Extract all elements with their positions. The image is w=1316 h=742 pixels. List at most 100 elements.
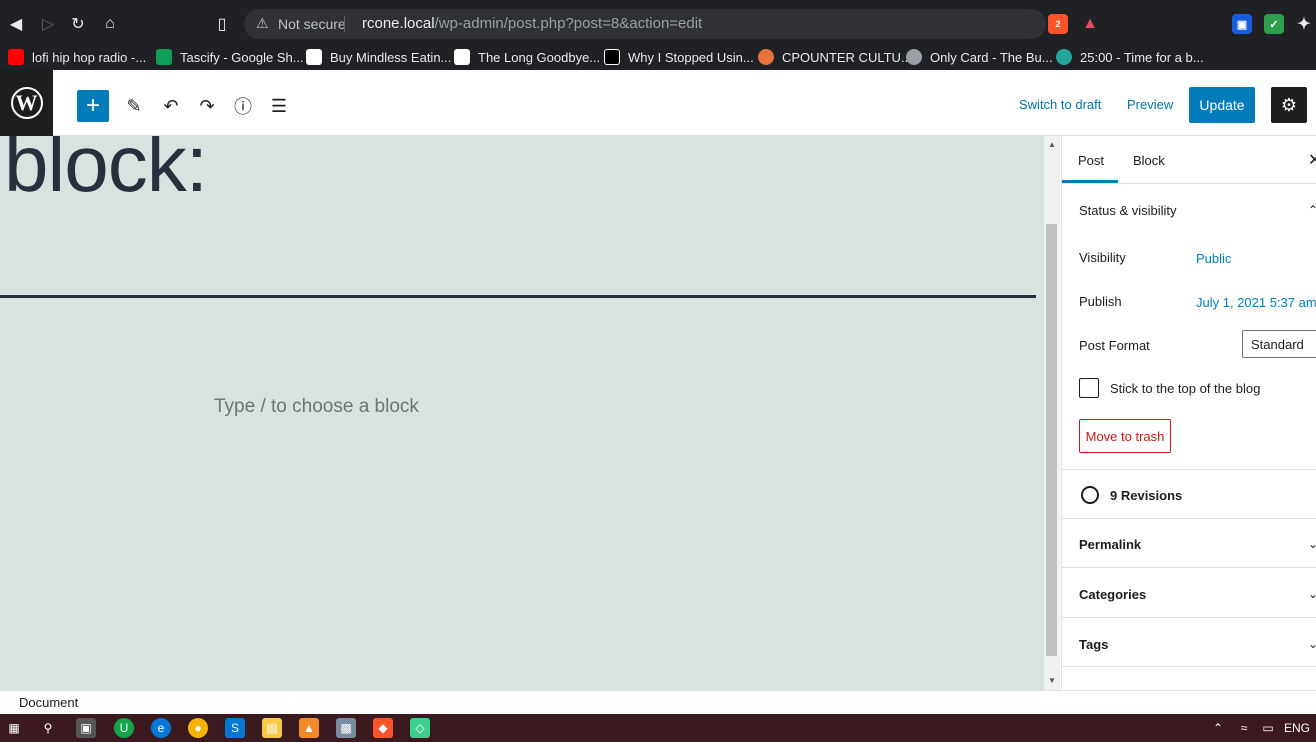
chevron-up-icon[interactable]: ⌃ — [1208, 718, 1228, 738]
revisions-link[interactable]: 9 Revisions — [1110, 488, 1182, 503]
amazon-icon — [454, 49, 470, 65]
app-icon[interactable]: ▩ — [336, 718, 356, 738]
update-button[interactable]: Update — [1189, 87, 1255, 123]
undo-icon[interactable]: ↶ — [157, 92, 185, 120]
youtube-icon — [8, 49, 24, 65]
chevron-down-icon[interactable]: ⌄ — [1308, 637, 1316, 651]
windows-start-icon[interactable]: ▦ — [4, 718, 24, 738]
tags-panel[interactable]: Tags — [1079, 637, 1108, 652]
block-placeholder[interactable]: Type / to choose a block — [214, 396, 419, 418]
bookmark-item[interactable]: The Long Goodbye... — [454, 47, 600, 67]
categories-panel[interactable]: Categories — [1079, 587, 1146, 602]
bookmark-item[interactable]: 25:00 - Time for a b... — [1056, 47, 1204, 67]
list-view-icon[interactable]: ☰ — [265, 92, 293, 120]
brave-badge: 2 — [1055, 19, 1061, 29]
bookmark-item[interactable]: CPOUNTER CULTU... — [758, 47, 912, 67]
search-icon[interactable]: ⚲ — [38, 718, 58, 738]
tab-block[interactable]: Block — [1133, 153, 1165, 168]
wordpress-icon: W — [10, 87, 43, 119]
edge-icon[interactable]: e — [151, 718, 171, 738]
publish-label: Publish — [1079, 294, 1122, 309]
bookmark-item[interactable]: Only Card - The Bu... — [906, 47, 1053, 67]
address-divider — [344, 16, 345, 32]
chevron-down-icon[interactable]: ⌄ — [1308, 537, 1316, 551]
permalink-panel[interactable]: Permalink — [1079, 537, 1141, 552]
skype-icon[interactable]: S — [225, 718, 245, 738]
vpn-shield-icon[interactable]: ✓ — [1264, 14, 1284, 34]
bitwarden-icon[interactable]: ▣ — [1232, 14, 1252, 34]
bookmark-item[interactable]: Tascify - Google Sh... — [156, 47, 304, 67]
editor-canvas[interactable]: block: Type / to choose a block — [0, 136, 1044, 690]
store-icon[interactable]: ▣ — [76, 718, 96, 738]
info-icon[interactable]: ⓘ — [229, 92, 257, 120]
back-icon[interactable]: ◀ — [4, 12, 28, 36]
edit-tools-icon[interactable]: ✎ — [120, 92, 148, 120]
bookmark-label: CPOUNTER CULTU... — [782, 49, 912, 65]
extensions-icon[interactable]: ✦ — [1294, 14, 1314, 34]
timer-icon — [1056, 49, 1072, 65]
scroll-up-icon[interactable]: ▲ — [1047, 140, 1057, 150]
brave-rewards-icon[interactable]: ▲ — [1080, 14, 1100, 34]
visibility-value[interactable]: Public — [1196, 251, 1231, 266]
url-text[interactable]: rcone.local/wp-admin/post.php?post=8&act… — [362, 15, 702, 32]
wifi-icon[interactable]: ≈ — [1234, 718, 1254, 738]
separator-block[interactable] — [0, 295, 1036, 298]
post-format-value: Standard — [1251, 337, 1304, 352]
active-tab-indicator — [1062, 180, 1118, 183]
heading-block[interactable]: block: — [4, 136, 208, 210]
switch-to-draft-button[interactable]: Switch to draft — [1019, 97, 1101, 112]
chevron-up-icon[interactable]: ⌃ — [1308, 203, 1316, 217]
battery-icon[interactable]: ▭ — [1258, 718, 1278, 738]
move-to-trash-button[interactable]: Move to trash — [1079, 419, 1171, 453]
editor-header: W + ✎ ↶ ↷ ⓘ ☰ Switch to draft Preview Up… — [0, 70, 1316, 136]
bookmark-item[interactable]: lofi hip hop radio -... — [8, 47, 146, 67]
status-visibility-title[interactable]: Status & visibility — [1079, 203, 1177, 218]
scroll-down-icon[interactable]: ▼ — [1047, 676, 1057, 686]
chrome-icon[interactable]: ● — [188, 718, 208, 738]
address-bar[interactable]: ⚠ Not secure rcone.local/wp-admin/post.p… — [244, 9, 1046, 39]
forward-icon[interactable]: ▷ — [36, 12, 60, 36]
home-icon[interactable]: ⌂ — [98, 12, 122, 36]
reload-icon[interactable]: ↻ — [66, 12, 90, 36]
sticky-label[interactable]: Stick to the top of the blog — [1110, 381, 1260, 396]
divider — [1062, 469, 1316, 470]
brave-icon[interactable]: ◆ — [373, 718, 393, 738]
publish-date[interactable]: July 1, 2021 5:37 am — [1196, 295, 1316, 310]
add-block-button[interactable]: + — [77, 90, 109, 122]
bookmark-label: Only Card - The Bu... — [930, 49, 1053, 65]
bookmark-icon[interactable]: ▯ — [210, 12, 234, 36]
url-host: rcone.local — [362, 15, 435, 32]
bookmark-label: Buy Mindless Eatin... — [330, 49, 452, 65]
settings-gear-icon[interactable]: ⚙ — [1271, 87, 1307, 123]
bookmark-label: Tascify - Google Sh... — [180, 49, 304, 65]
close-icon[interactable]: ✕ — [1308, 150, 1316, 170]
language-indicator[interactable]: ENG — [1284, 721, 1310, 735]
app-u-icon[interactable]: U — [114, 718, 134, 738]
breadcrumb-document[interactable]: Document — [19, 695, 78, 710]
bookmark-item[interactable]: Buy Mindless Eatin... — [306, 47, 451, 67]
folder-icon[interactable]: ▤ — [262, 718, 282, 738]
url-path: /wp-admin/post.php?post=8&action=edit — [434, 15, 703, 32]
preview-button[interactable]: Preview — [1127, 97, 1173, 112]
medium-icon — [604, 49, 620, 65]
sidebar-tabs: Post Block ✕ — [1062, 136, 1316, 184]
tab-post[interactable]: Post — [1078, 153, 1104, 168]
chevron-down-icon[interactable]: ⌄ — [1308, 587, 1316, 601]
visibility-label: Visibility — [1079, 250, 1126, 265]
wordpress-logo[interactable]: W — [0, 70, 53, 136]
canvas-scrollbar[interactable]: ▲ ▼ — [1044, 136, 1060, 690]
post-format-select[interactable]: Standard — [1242, 330, 1316, 358]
divider — [1062, 567, 1316, 568]
sheets-icon — [156, 49, 172, 65]
bookmark-label: lofi hip hop radio -... — [32, 49, 147, 65]
app-diamond-icon[interactable]: ◇ — [410, 718, 430, 738]
bookmark-label: Why I Stopped Usin... — [628, 49, 754, 65]
brave-shield-icon[interactable]: 2 — [1048, 14, 1068, 34]
bookmark-item[interactable]: Why I Stopped Usin... — [604, 47, 754, 67]
vlc-icon[interactable]: ▲ — [299, 718, 319, 738]
redo-icon[interactable]: ↷ — [193, 92, 221, 120]
scroll-thumb[interactable] — [1046, 224, 1057, 656]
sticky-checkbox[interactable] — [1079, 378, 1099, 398]
divider — [1062, 518, 1316, 519]
warning-icon: ⚠ — [256, 15, 269, 31]
